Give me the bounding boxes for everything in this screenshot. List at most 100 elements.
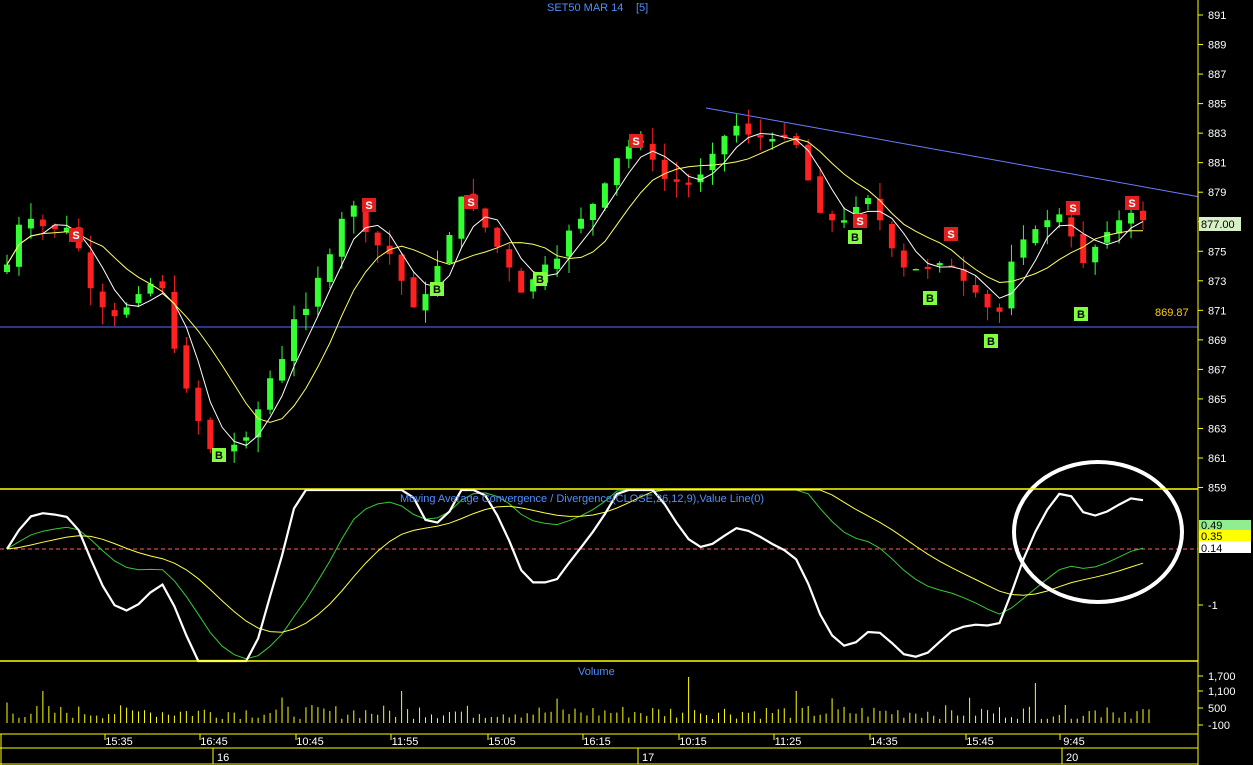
candle-body (99, 291, 106, 308)
candle-body (709, 153, 716, 171)
chart-interval: [5] (636, 2, 648, 14)
day-label: 20 (1066, 752, 1078, 764)
y-tick-label: 883 (1208, 128, 1226, 140)
candle-body (243, 437, 250, 441)
candle-body (1056, 214, 1063, 223)
buy-signal-label: B (536, 274, 544, 286)
sell-signal-label: S (365, 200, 372, 212)
day-label: 17 (642, 752, 654, 764)
y-tick-label: 891 (1208, 10, 1226, 22)
y-tick-label: 875 (1208, 246, 1226, 258)
candle-body (135, 294, 142, 304)
y-tick-label: 865 (1208, 394, 1226, 406)
sell-signal-label: S (856, 216, 863, 228)
candle-body (27, 218, 34, 229)
candle-body (817, 176, 824, 213)
sell-signal-label: S (467, 197, 474, 209)
candle-body (458, 196, 465, 239)
macd-title: Moving Average Convergence / Divergence(… (400, 493, 764, 505)
candle-body (111, 310, 118, 317)
candle-body (362, 209, 369, 233)
candle-body (1008, 261, 1015, 309)
candle-body (972, 284, 979, 293)
zero-label: 0.14 (1201, 543, 1222, 555)
y-tick-label: 869 (1208, 335, 1226, 347)
candle-body (87, 252, 94, 289)
y-tick-label: 879 (1208, 187, 1226, 199)
candle-body (745, 123, 752, 135)
buy-signal-label: B (433, 284, 441, 296)
candle-body (936, 263, 943, 266)
y-tick-label: 889 (1208, 40, 1226, 52)
chart-title: SET50 MAR 14 (547, 2, 623, 14)
sell-signal-label: S (947, 229, 954, 241)
day-label: 16 (217, 752, 229, 764)
x-tick-label: 9:45 (1063, 736, 1084, 748)
x-tick-label: 10:15 (679, 736, 707, 748)
candle-body (51, 224, 58, 230)
candle-body (15, 224, 22, 267)
candle-body (302, 308, 309, 316)
stock-chart: SS SSSSS SBBBBBBB -1 1,7001,100500-100 891… (0, 0, 1253, 765)
candle-body (63, 227, 70, 232)
candle-body (39, 219, 46, 227)
y-tick-label: 887 (1208, 69, 1226, 81)
candle-body (350, 205, 357, 217)
candle-body (338, 218, 345, 257)
x-tick-label: 16:45 (200, 736, 228, 748)
candle-body (1128, 212, 1135, 224)
sell-signal-label: S (1069, 203, 1076, 215)
sell-signal-label: S (632, 136, 639, 148)
candle-body (1044, 220, 1051, 228)
candle-body (290, 319, 297, 362)
candle-body (996, 307, 1003, 312)
candle-body (589, 204, 596, 221)
candle-body (1104, 232, 1111, 243)
y-tick-label: 873 (1208, 276, 1226, 288)
candle-body (733, 125, 740, 136)
x-tick-label: 15:35 (105, 736, 133, 748)
volume-y-tick-label: 1,700 (1208, 671, 1236, 683)
macd-y-tick-label: -1 (1208, 600, 1218, 612)
candle-body (374, 232, 381, 246)
candle-body (518, 270, 525, 293)
candle-body (506, 249, 513, 268)
buy-signal-label: B (1077, 309, 1085, 321)
candle-body (267, 378, 274, 410)
x-tick-label: 15:45 (966, 736, 994, 748)
candle-body (4, 264, 10, 273)
buy-signal-label: B (851, 232, 859, 244)
sell-signal-label: S (1128, 198, 1135, 210)
x-tick-label: 11:25 (775, 736, 802, 748)
candle-body (1140, 210, 1146, 221)
last-price-label: 877.00 (1201, 219, 1235, 231)
x-tick-label: 14:35 (870, 736, 898, 748)
candle-body (446, 235, 453, 264)
candle-body (757, 135, 764, 138)
candle-body (841, 220, 848, 223)
x-tick-label: 11:55 (392, 736, 419, 748)
candle-body (769, 139, 776, 142)
candle-body (554, 258, 561, 269)
candle-body (721, 136, 728, 155)
y-tick-label: 871 (1208, 305, 1226, 317)
candle-body (577, 218, 584, 229)
candle-body (900, 250, 907, 268)
x-tick-label: 16:15 (583, 736, 611, 748)
volume-y-tick-label: -100 (1208, 720, 1230, 732)
buy-signal-label: B (987, 336, 995, 348)
x-tick-label: 15:05 (488, 736, 516, 748)
candle-body (1020, 239, 1027, 258)
sell-signal-label: S (72, 230, 79, 242)
candle-body (601, 183, 608, 208)
candle-body (912, 268, 919, 271)
candle-body (1032, 229, 1039, 244)
y-tick-label: 867 (1208, 364, 1226, 376)
y-tick-label: 859 (1208, 483, 1226, 495)
candle-body (422, 294, 429, 311)
candle-body (279, 359, 286, 381)
candle-body (159, 281, 166, 289)
candle-body (829, 213, 836, 221)
y-tick-label: 881 (1208, 158, 1226, 170)
x-tick-label: 10:45 (296, 736, 324, 748)
